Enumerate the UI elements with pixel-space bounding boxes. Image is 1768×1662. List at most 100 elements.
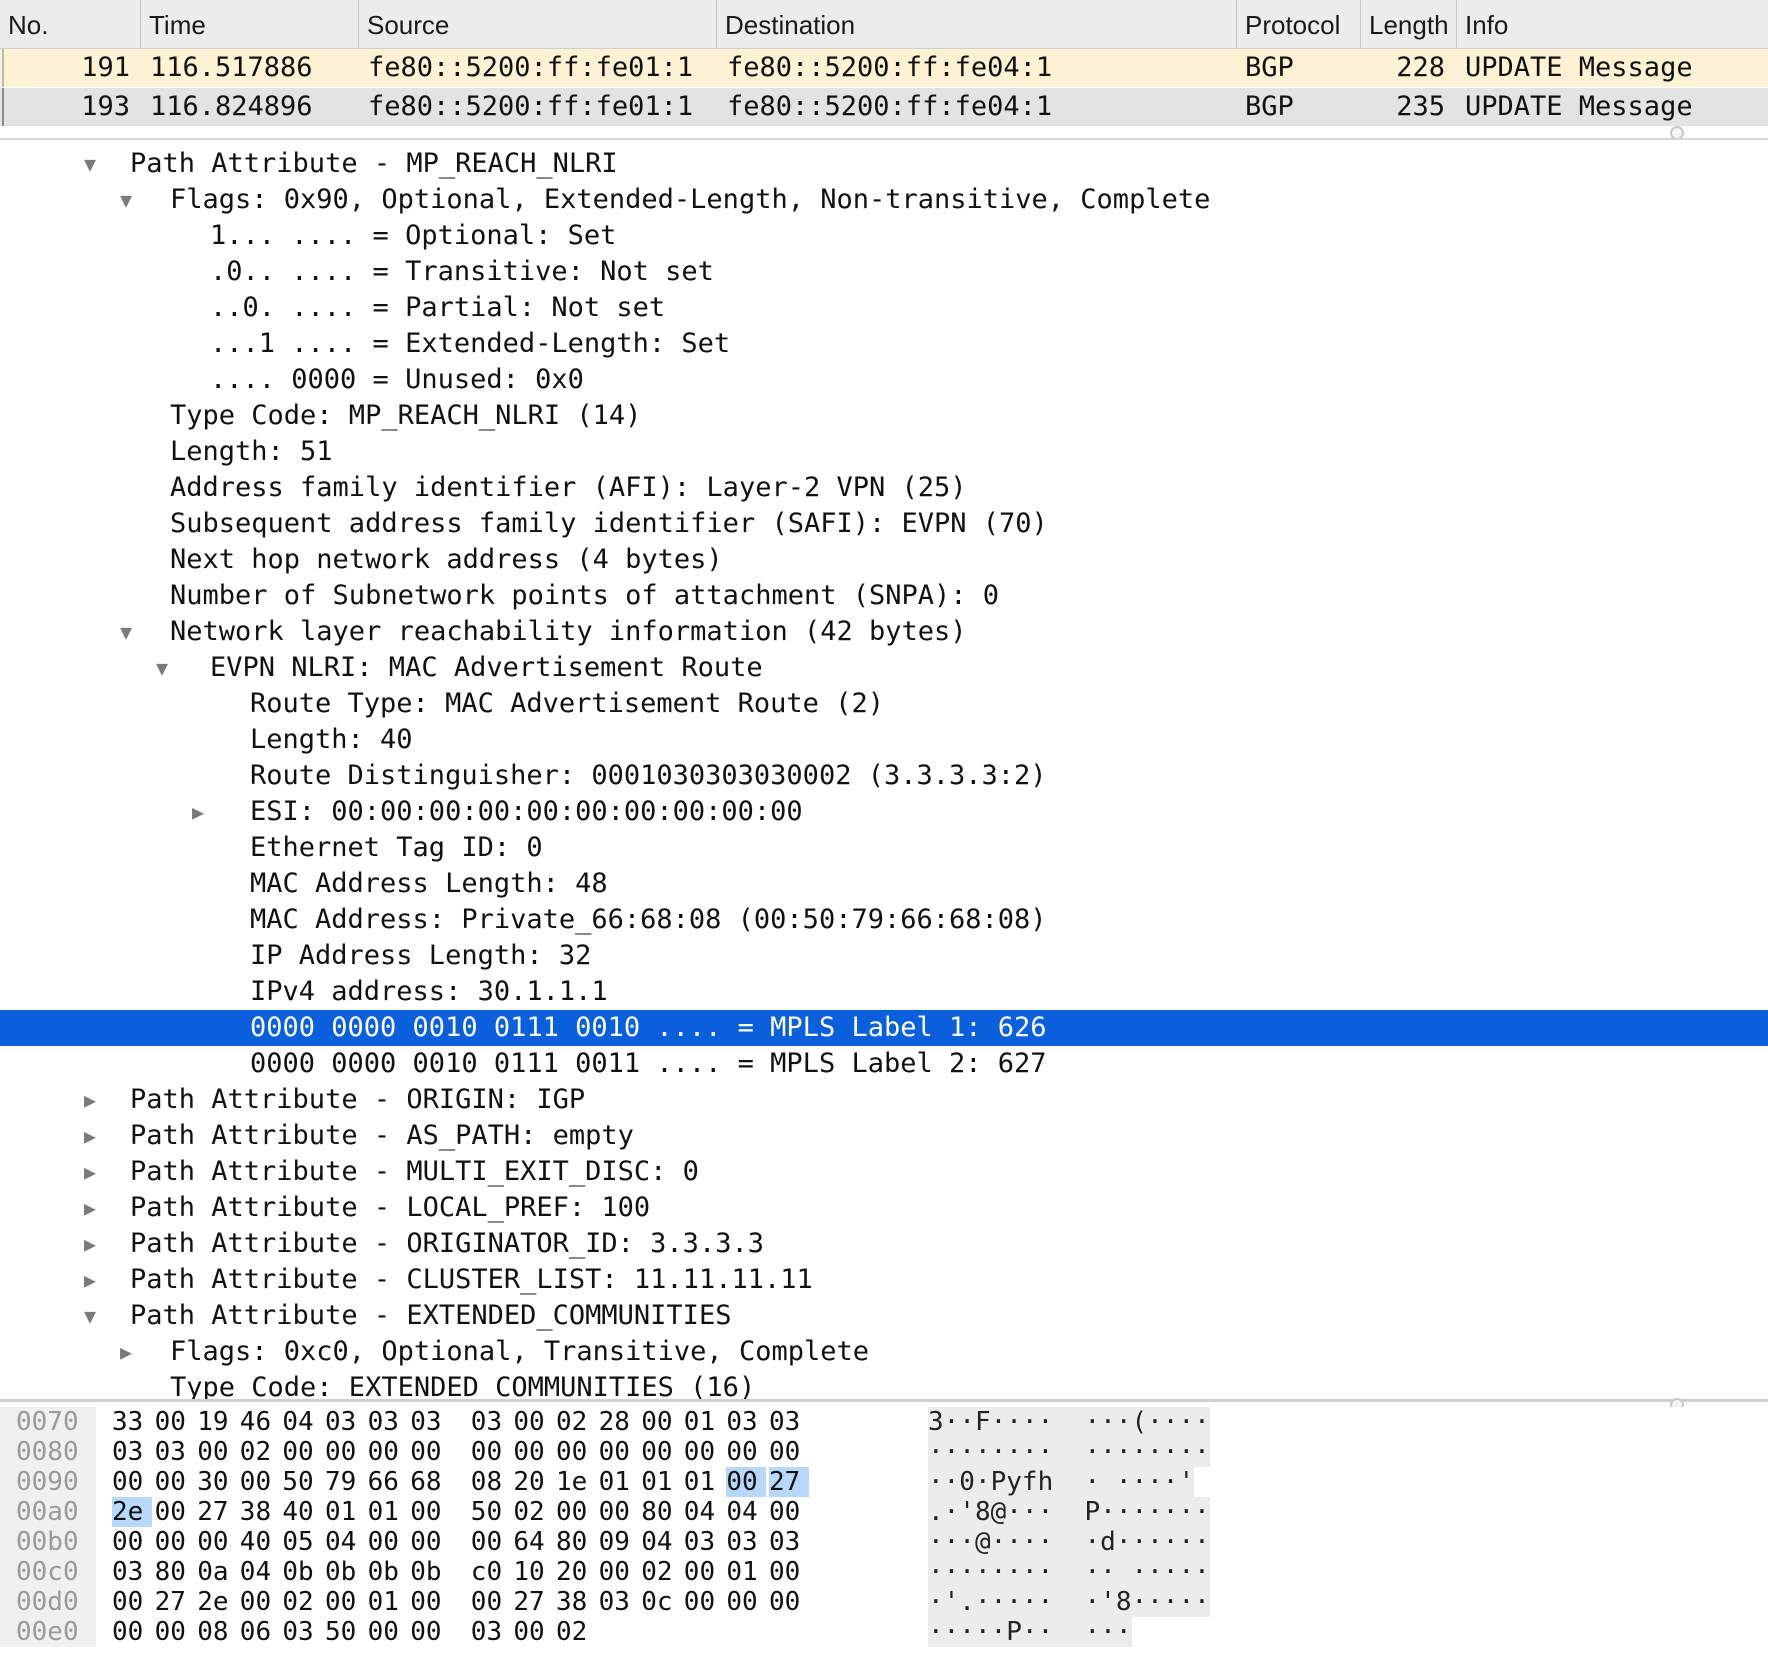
- tree-item[interactable]: Subsequent address family identifier (SA…: [0, 506, 1768, 542]
- hex-row[interactable]: 00d0 00 27 2e 00 02 00 01 00 00 27 38 03 0c 00 00 00 ·'.·…: [0, 1587, 1768, 1617]
- hex-byte[interactable]: 00: [726, 1437, 766, 1467]
- column-header-destination[interactable]: Destination: [716, 0, 1236, 48]
- hex-byte[interactable]: 50: [282, 1467, 322, 1497]
- hex-byte[interactable]: 79: [325, 1467, 365, 1497]
- hex-byte[interactable]: 02: [556, 1617, 596, 1647]
- hex-byte[interactable]: 80: [556, 1527, 596, 1557]
- hex-byte[interactable]: 00: [726, 1587, 766, 1617]
- hex-byte[interactable]: 03: [282, 1617, 322, 1647]
- tree-item[interactable]: ▼ EVPN NLRI: MAC Advertisement Route: [0, 650, 1768, 686]
- hex-byte[interactable]: 09: [599, 1527, 639, 1557]
- expand-triangle-right-icon[interactable]: ▶: [79, 1118, 101, 1154]
- hex-byte[interactable]: 00: [368, 1437, 408, 1467]
- hex-byte[interactable]: 27: [513, 1587, 553, 1617]
- hex-byte[interactable]: 00: [155, 1617, 195, 1647]
- hex-byte[interactable]: 2e: [197, 1587, 237, 1617]
- hex-byte[interactable]: 00: [599, 1437, 639, 1467]
- hex-byte[interactable]: 00: [471, 1437, 511, 1467]
- hex-byte[interactable]: 27: [197, 1497, 237, 1527]
- column-header-info[interactable]: Info: [1456, 0, 1768, 48]
- tree-item[interactable]: ▶ Path Attribute - CLUSTER_LIST: 11.11.11…: [0, 1262, 1768, 1298]
- hex-byte[interactable]: 08: [197, 1617, 237, 1647]
- hex-byte[interactable]: 00: [641, 1437, 681, 1467]
- hex-byte[interactable]: 01: [325, 1497, 365, 1527]
- tree-item[interactable]: ▼ Flags: 0x90, Optional, Extended-Length,…: [0, 182, 1768, 218]
- hex-byte[interactable]: 0c: [641, 1587, 681, 1617]
- hex-byte[interactable]: 00: [197, 1437, 237, 1467]
- hex-byte[interactable]: 00: [556, 1437, 596, 1467]
- hex-byte[interactable]: 00: [726, 1467, 767, 1497]
- hex-byte[interactable]: 40: [240, 1527, 280, 1557]
- hex-byte[interactable]: 00: [769, 1497, 809, 1527]
- hex-byte[interactable]: 00: [325, 1587, 365, 1617]
- hex-row[interactable]: 0080 03 03 00 02 00 00 00 00 00 00 00 00 00 00 00 00 ····…: [0, 1437, 1768, 1467]
- hex-byte[interactable]: 0a: [197, 1557, 237, 1587]
- expand-triangle-right-icon[interactable]: ▶: [79, 1262, 101, 1298]
- hex-ascii[interactable]: ··0·Pyfh · ····': [928, 1467, 1195, 1497]
- hex-byte[interactable]: 00: [769, 1557, 809, 1587]
- hex-byte[interactable]: 46: [240, 1407, 280, 1437]
- hex-row[interactable]: 00c0 03 80 0a 04 0b 0b 0b 0b c0 10 20 00 02 00 01 00 ····…: [0, 1557, 1768, 1587]
- expand-triangle-right-icon[interactable]: ▶: [115, 1334, 137, 1370]
- tree-item[interactable]: MAC Address: Private_66:68:08 (00:50:79:…: [0, 902, 1768, 938]
- hex-byte[interactable]: 38: [240, 1497, 280, 1527]
- hex-byte[interactable]: 00: [769, 1587, 809, 1617]
- hex-byte[interactable]: 00: [325, 1437, 365, 1467]
- hex-row[interactable]: 00a0 2e 00 27 38 40 01 01 00 50 02 00 00 80 04 04 00 .·'8…: [0, 1497, 1768, 1527]
- hex-byte[interactable]: 01: [599, 1467, 639, 1497]
- expand-triangle-right-icon[interactable]: ▶: [79, 1190, 101, 1226]
- hex-byte[interactable]: 00: [155, 1497, 195, 1527]
- tree-item[interactable]: ▶ Path Attribute - ORIGINATOR_ID: 3.3.3.3: [0, 1226, 1768, 1262]
- tree-item[interactable]: Route Type: MAC Advertisement Route (2): [0, 686, 1768, 722]
- tree-item[interactable]: ▶ Path Attribute - MULTI_EXIT_DISC: 0: [0, 1154, 1768, 1190]
- tree-item[interactable]: ▼ Network layer reachability information …: [0, 614, 1768, 650]
- hex-byte[interactable]: 01: [684, 1407, 724, 1437]
- tree-item[interactable]: Type Code: MP_REACH_NLRI (14): [0, 398, 1768, 434]
- column-header-source[interactable]: Source: [358, 0, 716, 48]
- hex-byte[interactable]: 80: [155, 1557, 195, 1587]
- hex-byte[interactable]: 0b: [410, 1557, 450, 1587]
- tree-item[interactable]: Next hop network address (4 bytes): [0, 542, 1768, 578]
- hex-ascii[interactable]: ·'.····· ·'8·····: [928, 1587, 1210, 1617]
- tree-item[interactable]: Ethernet Tag ID: 0: [0, 830, 1768, 866]
- hex-byte[interactable]: 04: [641, 1527, 681, 1557]
- hex-byte[interactable]: 00: [112, 1527, 152, 1557]
- hex-byte[interactable]: 03: [684, 1527, 724, 1557]
- hex-byte[interactable]: 01: [368, 1497, 408, 1527]
- hex-ascii[interactable]: .·'8@··· P·······: [928, 1497, 1210, 1527]
- tree-item[interactable]: 0000 0000 0010 0111 0010 .... = MPLS Lab…: [0, 1010, 1768, 1046]
- expand-triangle-right-icon[interactable]: ▶: [79, 1082, 101, 1118]
- expand-triangle-right-icon[interactable]: ▶: [79, 1154, 101, 1190]
- tree-item[interactable]: IPv4 address: 30.1.1.1: [0, 974, 1768, 1010]
- tree-item[interactable]: ▶ ESI: 00:00:00:00:00:00:00:00:00:00: [0, 794, 1768, 830]
- packet-details-tree[interactable]: ▼ Path Attribute - MP_REACH_NLRI ▼ Flags: 0…: [0, 146, 1768, 1399]
- column-header-protocol[interactable]: Protocol: [1236, 0, 1360, 48]
- hex-byte[interactable]: 00: [556, 1497, 596, 1527]
- hex-byte[interactable]: 03: [599, 1587, 639, 1617]
- hex-byte[interactable]: 02: [513, 1497, 553, 1527]
- hex-byte[interactable]: 2e: [112, 1497, 152, 1527]
- hex-byte[interactable]: 0b: [368, 1557, 408, 1587]
- expand-triangle-down-icon[interactable]: ▼: [79, 1298, 101, 1334]
- hex-byte[interactable]: 00: [112, 1617, 152, 1647]
- tree-item[interactable]: ▶ Path Attribute - AS_PATH: empty: [0, 1118, 1768, 1154]
- hex-byte[interactable]: 00: [368, 1527, 408, 1557]
- hex-byte[interactable]: 02: [282, 1587, 322, 1617]
- hex-byte[interactable]: 04: [282, 1407, 322, 1437]
- hex-byte[interactable]: 00: [599, 1557, 639, 1587]
- hex-byte[interactable]: 00: [769, 1437, 809, 1467]
- hex-byte[interactable]: 00: [684, 1557, 724, 1587]
- hex-row[interactable]: 0070 33 00 19 46 04 03 03 03 03 00 02 28 00 01 03 03 3··F…: [0, 1407, 1768, 1437]
- hex-byte[interactable]: 27: [769, 1467, 809, 1497]
- hex-ascii[interactable]: ········ ········: [928, 1437, 1210, 1467]
- hex-byte[interactable]: 03: [726, 1407, 766, 1437]
- hex-byte[interactable]: 03: [112, 1437, 152, 1467]
- tree-item[interactable]: Route Distinguisher: 0001030303030002 (3…: [0, 758, 1768, 794]
- expand-triangle-down-icon[interactable]: ▼: [79, 146, 101, 182]
- hex-byte[interactable]: 19: [197, 1407, 237, 1437]
- column-header-length[interactable]: Length: [1360, 0, 1456, 48]
- hex-byte[interactable]: 04: [726, 1497, 766, 1527]
- hex-byte[interactable]: 04: [684, 1497, 724, 1527]
- hex-byte[interactable]: 03: [471, 1617, 511, 1647]
- tree-item[interactable]: Length: 40: [0, 722, 1768, 758]
